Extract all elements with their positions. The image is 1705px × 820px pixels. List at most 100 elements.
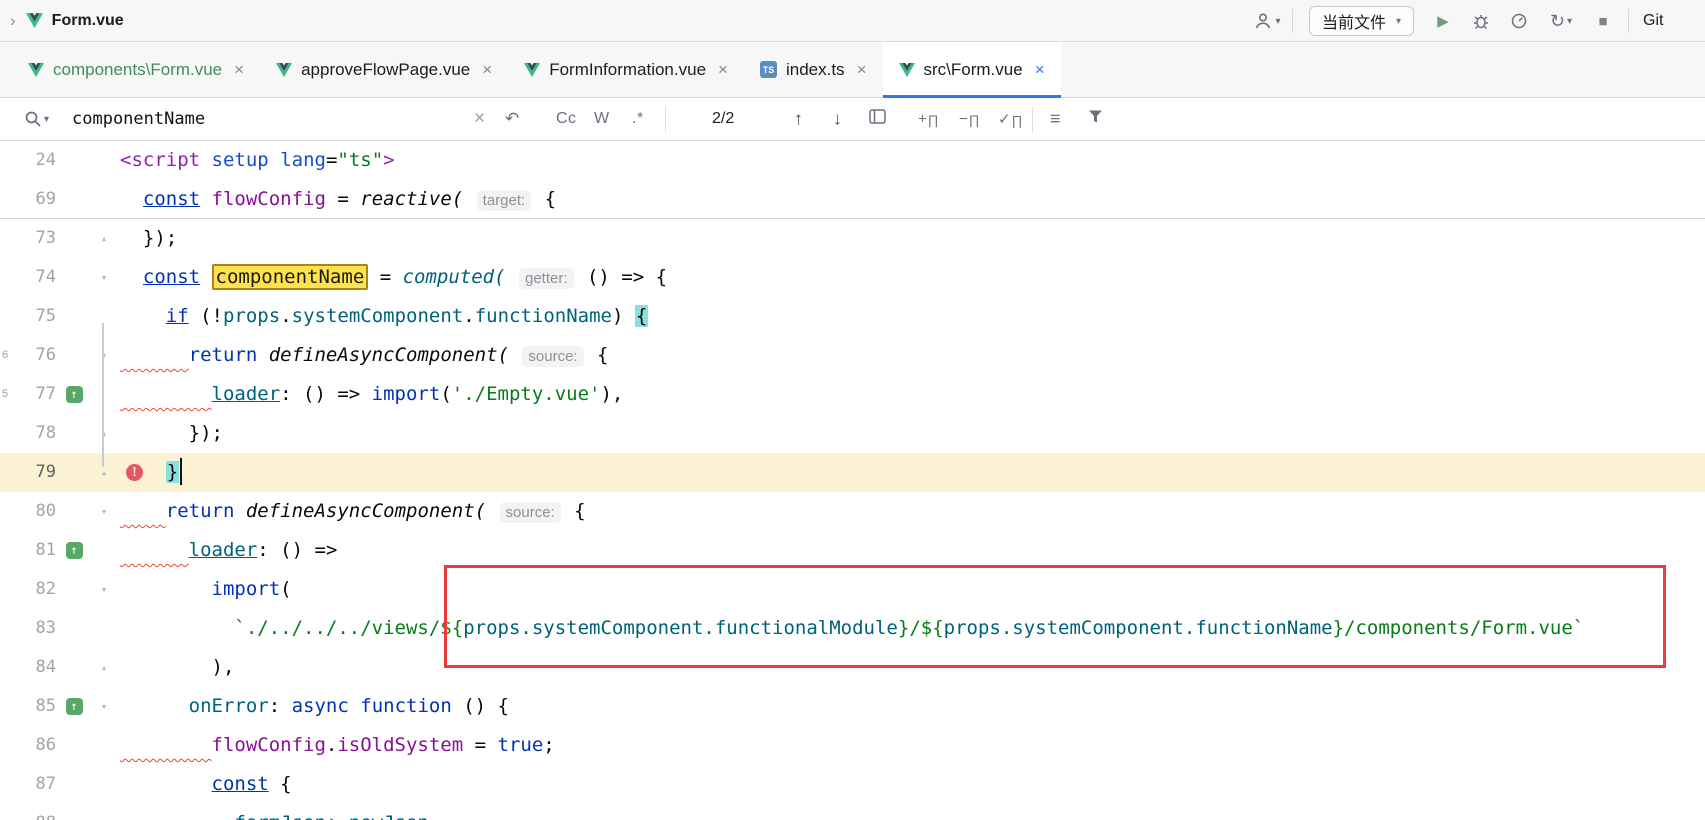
open-in-tool-window-icon[interactable] (869, 109, 886, 129)
run-config-label: 当前文件 (1322, 9, 1386, 33)
gutter-space (56, 141, 92, 180)
fold-end-icon[interactable]: ▴ (92, 648, 116, 687)
code-token: formJson (234, 812, 326, 820)
code-text: import( (116, 570, 292, 609)
code-token (120, 305, 166, 327)
profiler-icon[interactable] (1500, 0, 1538, 42)
fold-start-icon[interactable]: ▾ (92, 687, 116, 726)
close-icon[interactable]: × (857, 60, 867, 80)
code-line-75[interactable]: 75 if (!props.systemComponent.functionNa… (0, 297, 1705, 336)
tab-label: components\Form.vue (53, 60, 222, 80)
breadcrumb-chevron-icon[interactable]: › (10, 11, 16, 31)
git-widget[interactable]: Git (1643, 12, 1663, 30)
fold-start-icon[interactable]: ▾ (92, 492, 116, 531)
fold-start-icon[interactable]: ▾ (92, 336, 116, 375)
code-token: ( (440, 383, 451, 405)
separator (1032, 106, 1033, 132)
code-line-73[interactable]: 73▴ }); (0, 219, 1705, 258)
tab-index-ts[interactable]: TS index.ts × (744, 42, 883, 97)
code-line-88[interactable]: 88 formJson: newJson, (0, 804, 1705, 820)
remove-occurrence-icon[interactable]: −∏ (959, 111, 979, 128)
close-icon[interactable]: × (718, 60, 728, 80)
code-token: () => { (576, 266, 668, 288)
title-bar: › Form.vue ▾ 当前文件 ▾ ▶ ↻ ▾ ■ Git (0, 0, 1705, 42)
newline-icon[interactable]: ↶ (505, 109, 519, 129)
code-line-82[interactable]: 82▾ import( (0, 570, 1705, 609)
line-number: 76 (14, 336, 56, 375)
tab-label: approveFlowPage.vue (301, 60, 470, 80)
code-line-78[interactable]: 78▴ }); (0, 414, 1705, 453)
code-token: if (166, 305, 189, 327)
search-input[interactable]: componentName (72, 109, 205, 129)
run-button[interactable]: ▶ (1424, 0, 1462, 42)
tab-components-form-vue[interactable]: components\Form.vue × (12, 42, 260, 97)
edge-mark (0, 453, 14, 492)
code-line-87[interactable]: 87 const { (0, 765, 1705, 804)
fold-end-icon[interactable]: ▴ (92, 453, 116, 492)
code-line-79[interactable]: 79▴! } (0, 453, 1705, 492)
code-token: reactive( (360, 188, 463, 210)
code-text: }); (116, 219, 177, 258)
implementing-member-icon[interactable]: ↑ (56, 531, 92, 570)
run-config-selector[interactable]: 当前文件 ▾ (1309, 6, 1414, 36)
close-icon[interactable]: × (482, 60, 492, 80)
previous-match-icon[interactable]: ↑ (794, 109, 803, 130)
filter-icon[interactable] (1088, 110, 1103, 129)
filter-lines-icon[interactable]: ≡ (1050, 109, 1061, 130)
line-number: 77 (14, 375, 56, 414)
rerun-button[interactable]: ↻ ▾ (1538, 0, 1584, 42)
code-line-81[interactable]: 81↑ loader: () => (0, 531, 1705, 570)
code-line-76[interactable]: 676▾ return defineAsyncComponent( source… (0, 336, 1705, 375)
edge-mark: 6 (0, 336, 14, 375)
clear-search-icon[interactable]: × (474, 108, 485, 130)
implementing-member-icon[interactable]: ↑ (56, 375, 92, 414)
code-line-77[interactable]: 577↑ loader: () => import('./Empty.vue')… (0, 375, 1705, 414)
tab-src-form-vue[interactable]: src\Form.vue × (883, 42, 1061, 97)
line-number: 83 (14, 609, 56, 648)
fold-end-icon[interactable]: ▴ (92, 219, 116, 258)
code-line-85[interactable]: 85↑▾ onError: async function () { (0, 687, 1705, 726)
user-icon[interactable]: ▾ (1248, 0, 1286, 42)
code-line-74[interactable]: 74▾ const componentName = computed( gett… (0, 258, 1705, 297)
tab-approveflowpage-vue[interactable]: approveFlowPage.vue × (260, 42, 508, 97)
stop-button[interactable]: ■ (1584, 0, 1622, 42)
line-number: 75 (14, 297, 56, 336)
fold-start-icon[interactable]: ▾ (92, 258, 116, 297)
error-icon[interactable]: ! (126, 464, 143, 481)
code-token: <script (120, 149, 200, 171)
code-line-86[interactable]: 86 flowConfig.isOldSystem = true; (0, 726, 1705, 765)
close-icon[interactable]: × (1035, 60, 1045, 80)
add-occurrence-icon[interactable]: +∏ (918, 111, 938, 128)
code-token: loader (212, 383, 281, 405)
whole-words-toggle[interactable]: W (594, 110, 610, 128)
code-token (506, 266, 517, 288)
code-line-84[interactable]: 84▴ ), (0, 648, 1705, 687)
fold-start-icon[interactable]: ▾ (92, 570, 116, 609)
fold-end-icon[interactable]: ▴ (92, 414, 116, 453)
select-all-occurrences-icon[interactable]: ✓∏ (998, 110, 1022, 128)
match-case-toggle[interactable]: Cc (556, 110, 577, 128)
typescript-file-icon: TS (760, 61, 777, 78)
implementing-member-icon[interactable]: ↑ (56, 687, 92, 726)
next-match-icon[interactable]: ↓ (833, 109, 842, 130)
edge-mark (0, 297, 14, 336)
code-line-83[interactable]: 83 `./../../../views/${props.systemCompo… (0, 609, 1705, 648)
close-icon[interactable]: × (234, 60, 244, 80)
code-line-24[interactable]: 24<script setup lang="ts"> (0, 141, 1705, 180)
edge-mark (0, 765, 14, 804)
code-token: }); (120, 422, 223, 444)
tab-forminformation-vue[interactable]: FormInformation.vue × (508, 42, 744, 97)
edge-mark: 5 (0, 375, 14, 414)
editor[interactable]: 24<script setup lang="ts">69 const flowC… (0, 141, 1705, 820)
search-icon[interactable]: ▾ (24, 110, 49, 128)
code-token (200, 266, 211, 288)
code-line-80[interactable]: 80▾ return defineAsyncComponent( source:… (0, 492, 1705, 531)
separator (1292, 9, 1293, 33)
code-line-69[interactable]: 69 const flowConfig = reactive( target: … (0, 180, 1705, 219)
gutter-space (56, 180, 92, 218)
regex-toggle[interactable]: .* (632, 110, 644, 128)
code-token: return (189, 344, 258, 366)
code-token: defineAsyncComponent( (269, 344, 509, 366)
debug-button[interactable] (1462, 0, 1500, 42)
code-token (463, 188, 474, 210)
